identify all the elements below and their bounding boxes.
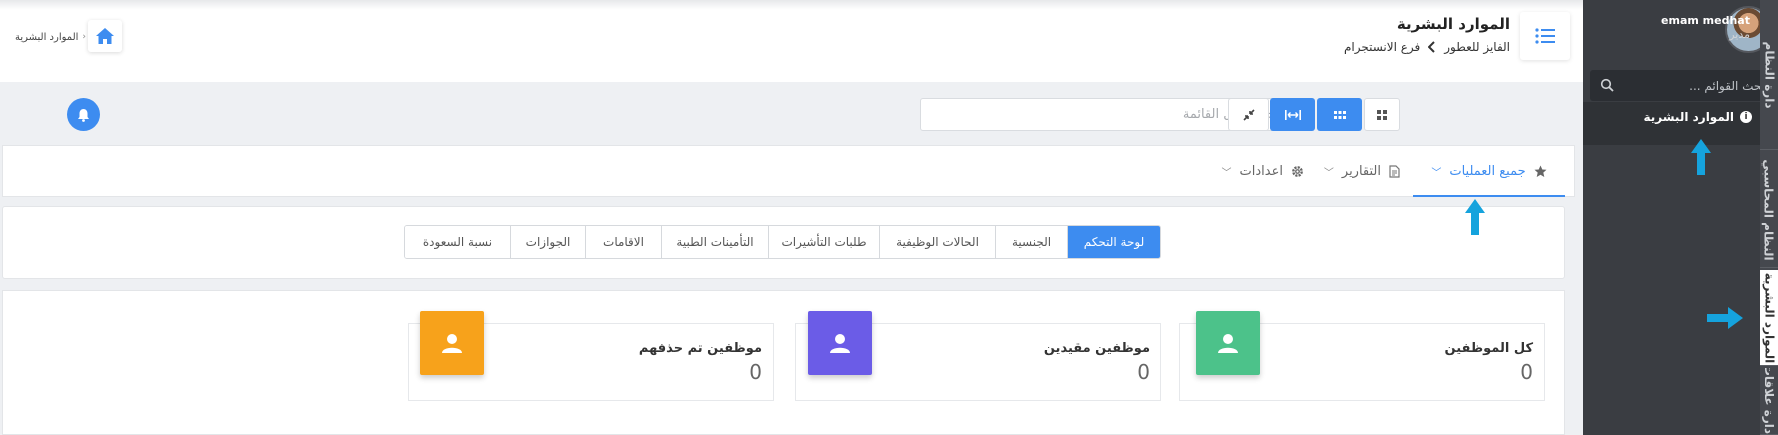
home-crumb-label[interactable]: الموارد البشرية — [15, 32, 78, 43]
tab-settings-label: اعدادات — [1239, 163, 1283, 179]
chevron-left-icon — [1428, 41, 1435, 53]
user-role: مدير — [1729, 28, 1750, 41]
chevron-down-icon: ﹀ — [1431, 167, 1442, 179]
home-icon — [96, 28, 114, 44]
breadcrumb-branch[interactable]: فرع الانستجرام — [1344, 40, 1420, 54]
module-tab-system-admin[interactable]: دارة النظام — [1760, 0, 1778, 150]
module-tab-accounting[interactable]: النظام المحاسبي — [1760, 152, 1778, 268]
menu-toggle-button[interactable] — [1520, 12, 1570, 60]
module-tab-label: دارة النظام — [1762, 41, 1777, 108]
home-breadcrumb: › الموارد البشرية — [8, 30, 86, 44]
stat-label: موظفين مقيدين — [1043, 341, 1150, 356]
module-tab-crm[interactable]: إدارة علاقات — [1760, 368, 1778, 435]
subtab-saudization[interactable]: نسبة السعودة — [405, 226, 510, 258]
chevron-down-icon: ﹀ — [1221, 167, 1232, 179]
subtab-medical-insurance[interactable]: التأمينات الطبية — [661, 226, 768, 258]
sidebar — [1583, 0, 1778, 435]
stat-icon-deleted-employees — [420, 311, 484, 375]
stat-label: موظفين تم حذفهم — [638, 341, 762, 356]
subtab-nationality[interactable]: الجنسية — [995, 226, 1067, 258]
home-button[interactable] — [88, 20, 122, 52]
info-icon: i — [1740, 111, 1752, 123]
breadcrumb-company[interactable]: الفايز للعطور — [1444, 40, 1510, 54]
user-icon — [1218, 334, 1238, 353]
search-icon — [1600, 78, 1614, 92]
stat-icon-all-employees — [1196, 311, 1260, 375]
sidebar-item-label: الموارد البشرية — [1643, 110, 1734, 124]
page-title: الموارد البشرية — [1396, 15, 1510, 33]
stat-value: 0 — [1520, 360, 1533, 384]
module-tab-hr[interactable]: الموارد البشرية — [1760, 270, 1778, 366]
active-tab-indicator — [1413, 195, 1565, 197]
grid-icon — [1377, 109, 1387, 120]
tab-all-operations-label: جميع العمليات — [1449, 163, 1526, 179]
fit-width-button[interactable] — [1270, 98, 1315, 131]
collapse-button[interactable] — [1228, 98, 1269, 131]
expand-horizontal-icon — [1284, 109, 1301, 120]
tiles-view-button[interactable] — [1364, 98, 1400, 131]
subtab-job-statuses[interactable]: الحالات الوظيفية — [879, 226, 995, 258]
chevron-down-icon: ﹀ — [1323, 167, 1334, 179]
stat-label: كل الموظفين — [1444, 341, 1534, 356]
module-tab-label: النظام المحاسبي — [1762, 158, 1776, 261]
star-icon — [1534, 165, 1547, 177]
grid-small-icon — [1333, 110, 1346, 119]
annotation-arrow-up-icon — [1465, 199, 1485, 235]
breadcrumb: الفايز للعطور فرع الانستجرام — [1200, 38, 1510, 56]
tab-reports-label: التقارير — [1341, 163, 1381, 179]
user-icon — [830, 334, 850, 353]
bell-icon — [78, 108, 89, 122]
subtab-passports[interactable]: الجوازات — [510, 226, 585, 258]
notifications-button[interactable] — [67, 98, 100, 131]
stat-value: 0 — [749, 360, 762, 384]
subtab-dashboard[interactable]: لوحة التحكم — [1067, 226, 1160, 258]
grid-view-button[interactable] — [1317, 98, 1362, 131]
sidebar-search — [1590, 70, 1773, 101]
tab-reports[interactable]: التقارير ﹀ — [1318, 160, 1400, 182]
module-tab-label: إدارة علاقات — [1762, 368, 1777, 435]
tab-settings[interactable]: اعدادات ﹀ — [1212, 160, 1304, 182]
user-icon — [442, 334, 462, 353]
subtab-visa-requests[interactable]: طلبات التأشيرات — [768, 226, 879, 258]
chevron-right-icon: › — [82, 32, 86, 42]
annotation-arrow-right-icon — [1707, 307, 1743, 329]
sidebar-search-input[interactable] — [1620, 70, 1765, 101]
stat-value: 0 — [1137, 360, 1150, 384]
compress-icon — [1242, 108, 1255, 121]
annotation-arrow-up-icon — [1691, 139, 1711, 175]
user-name: emam medhat — [1661, 14, 1750, 27]
tab-all-operations[interactable]: جميع العمليات ﹀ — [1413, 160, 1565, 182]
stat-icon-restricted-employees — [808, 311, 872, 375]
sidebar-item-hr[interactable]: i الموارد البشرية — [1600, 108, 1752, 126]
gear-icon — [1292, 165, 1303, 177]
module-tabs: دارة النظام النظام المحاسبي الموارد البش… — [1760, 0, 1778, 435]
document-icon — [1389, 164, 1400, 178]
list-icon — [1535, 28, 1555, 44]
subtabs: نسبة السعودة الجوازات الاقامات التأمينات… — [404, 225, 1161, 259]
module-tab-label: الموارد البشرية — [1762, 272, 1776, 363]
subtab-residencies[interactable]: الاقامات — [585, 226, 661, 258]
